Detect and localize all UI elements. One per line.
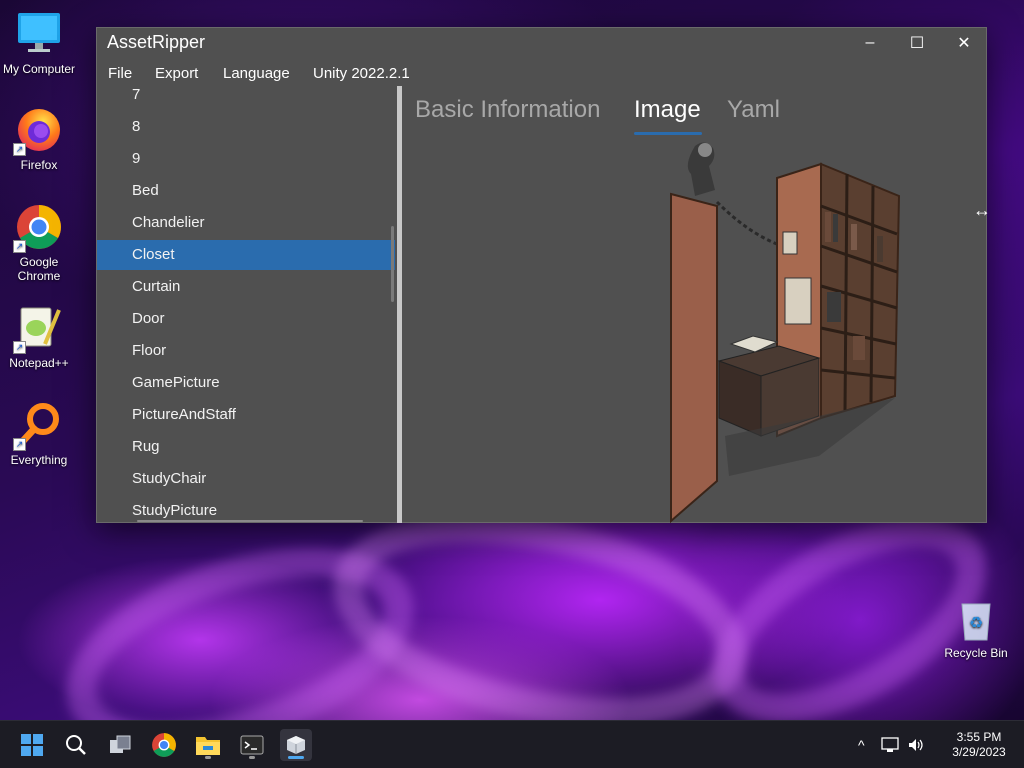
volume-icon[interactable]	[907, 737, 925, 753]
asset-list: 7 8 9 Bed Chandelier Closet Curtain Door…	[97, 86, 395, 523]
taskbar-assetripper[interactable]	[280, 729, 312, 761]
task-view-icon	[110, 735, 131, 753]
assetripper-window: AssetRipper – ☐ ✕ File Export Language U…	[96, 27, 991, 524]
maximize-button[interactable]: ☐	[894, 28, 940, 58]
minimize-icon: –	[865, 34, 875, 51]
desktop-icon-label: Recycle Bin	[944, 646, 1008, 660]
network-icon[interactable]	[880, 737, 899, 753]
shortcut-arrow-icon: ↗	[13, 341, 26, 354]
file-explorer-icon	[196, 737, 220, 755]
list-item[interactable]: 7	[97, 86, 395, 110]
detail-tabs: Basic Information Image Yaml	[415, 94, 835, 138]
chrome-icon	[152, 733, 176, 757]
clock-time: 3:55 PM	[956, 730, 1002, 744]
windows-start-icon	[21, 734, 43, 756]
resize-cursor-icon: ↔	[973, 200, 991, 220]
desktop-icon-label: Everything	[10, 453, 68, 467]
menu-file[interactable]: File	[108, 65, 132, 82]
menu-bar: File Export Language Unity 2022.2.1	[97, 61, 417, 85]
list-item[interactable]: Door	[97, 304, 395, 334]
desktop-icon-everything[interactable]: ↗ Everything	[0, 401, 81, 467]
window-title: AssetRipper	[107, 32, 206, 52]
desktop-icon-label: Notepad++	[9, 356, 69, 370]
list-item[interactable]: StudyPicture	[97, 496, 395, 523]
taskbar-chrome[interactable]	[148, 729, 180, 761]
panel-splitter[interactable]	[397, 86, 402, 523]
system-tray: ^	[858, 721, 925, 768]
taskbar-file-explorer[interactable]	[192, 729, 224, 761]
list-item[interactable]: StudyChair	[97, 464, 395, 494]
shortcut-arrow-icon: ↗	[13, 240, 26, 253]
shortcut-arrow-icon: ↗	[13, 143, 26, 156]
active-app-indicator	[288, 756, 304, 759]
list-item-selected[interactable]: Closet	[97, 240, 395, 270]
title-bar[interactable]: AssetRipper – ☐ ✕	[97, 28, 986, 58]
search-icon	[66, 735, 86, 755]
tab-image[interactable]: Image	[634, 96, 701, 124]
show-hidden-icons-chevron-icon[interactable]: ^	[858, 737, 865, 753]
list-item[interactable]: PictureAndStaff	[97, 400, 395, 430]
list-item[interactable]: Curtain	[97, 272, 395, 302]
list-horizontal-scrollbar[interactable]	[137, 520, 363, 522]
running-indicator	[249, 756, 255, 759]
active-tab-indicator	[634, 132, 702, 135]
desktop-icon-label: Firefox	[20, 158, 58, 172]
running-indicator	[205, 756, 211, 759]
list-item[interactable]: Floor	[97, 336, 395, 366]
monitor-icon	[15, 10, 63, 58]
clock-date: 3/29/2023	[952, 745, 1006, 759]
chrome-icon: ↗	[13, 203, 63, 253]
task-view-button[interactable]	[104, 729, 136, 761]
windows-start-button[interactable]	[16, 729, 48, 761]
list-item[interactable]: 8	[97, 112, 395, 142]
terminal-icon	[240, 735, 264, 755]
desktop-icon-recycle-bin[interactable]: ♻ Recycle Bin	[938, 598, 1014, 660]
list-item[interactable]: Chandelier	[97, 208, 395, 238]
list-vertical-scrollbar[interactable]	[391, 226, 394, 302]
desktop-icon-label: Google Chrome	[17, 255, 61, 283]
desktop-icon-firefox[interactable]: ↗ Firefox	[0, 106, 81, 172]
list-item[interactable]: Rug	[97, 432, 395, 462]
list-item[interactable]: Bed	[97, 176, 395, 206]
menu-language[interactable]: Language	[223, 65, 290, 82]
firefox-icon: ↗	[13, 106, 63, 156]
taskbar: ^ 3:55 PM 3/29/2023	[0, 720, 1024, 768]
minimize-button[interactable]: –	[847, 28, 893, 58]
tab-basic-information[interactable]: Basic Information	[415, 96, 600, 124]
shortcut-arrow-icon: ↗	[13, 438, 26, 451]
menu-unity-version[interactable]: Unity 2022.2.1	[313, 65, 410, 82]
assetripper-icon	[287, 736, 305, 754]
svg-text:♻: ♻	[969, 613, 983, 632]
close-icon: ✕	[957, 35, 971, 52]
maximize-icon: ☐	[909, 35, 925, 52]
desktop-icon-label: My Computer	[2, 62, 76, 76]
desktop-icon-notepadpp[interactable]: ↗ Notepad++	[0, 304, 81, 370]
desktop-icon-chrome[interactable]: ↗ Google Chrome	[0, 203, 81, 283]
list-item[interactable]: 9	[97, 144, 395, 174]
recycle-bin-icon: ♻	[956, 598, 996, 642]
close-button[interactable]: ✕	[941, 28, 987, 58]
list-item[interactable]: GamePicture	[97, 368, 395, 398]
tab-yaml[interactable]: Yaml	[727, 96, 780, 124]
taskbar-clock[interactable]: 3:55 PM 3/29/2023	[944, 730, 1014, 760]
texture-preview-image	[669, 136, 935, 524]
everything-search-icon: ↗	[13, 401, 63, 451]
notepadpp-icon: ↗	[13, 304, 63, 354]
taskbar-terminal[interactable]	[236, 729, 268, 761]
menu-export[interactable]: Export	[155, 65, 198, 82]
desktop-icon-my-computer[interactable]: My Computer	[0, 10, 81, 76]
taskbar-search-button[interactable]	[60, 729, 92, 761]
